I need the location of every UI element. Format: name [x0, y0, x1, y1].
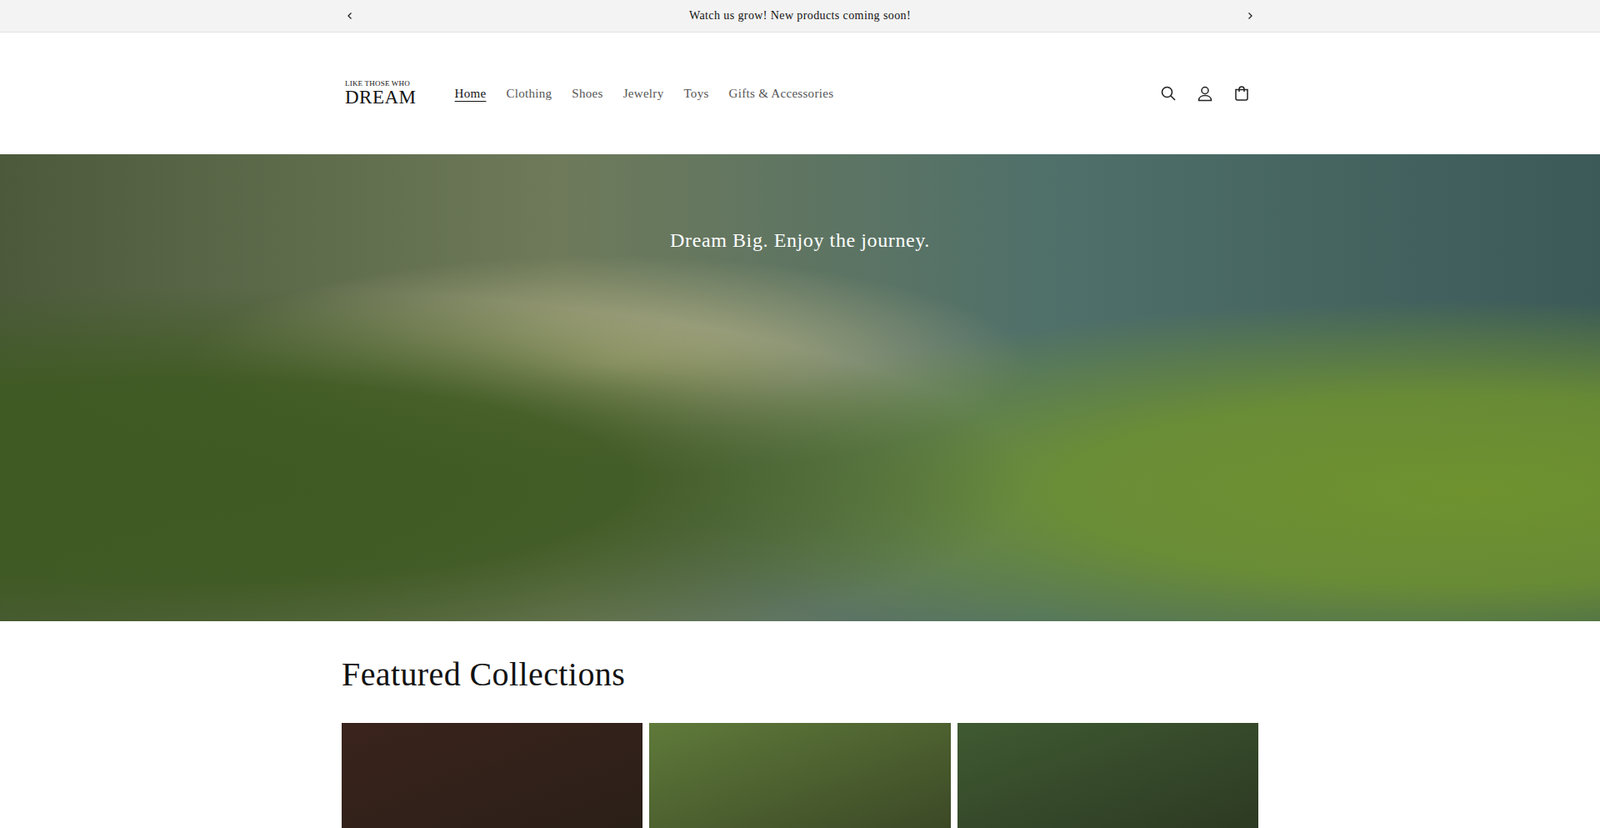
nav-item[interactable]: Jewelry	[613, 81, 675, 106]
logo[interactable]: LIKE THOSE WHODREAM	[341, 79, 420, 109]
nav-item[interactable]: Home	[445, 81, 497, 106]
logo-tagline: LIKE THOSE WHO	[345, 79, 410, 89]
previous-announcement-button[interactable]	[341, 7, 359, 25]
collection-card[interactable]	[957, 722, 1259, 828]
cart-icon	[1233, 85, 1250, 102]
announcement-text: Watch us grow! New products coming soon!	[689, 9, 911, 23]
logo-title: DREAM	[345, 87, 417, 108]
account-button[interactable]	[1188, 75, 1222, 112]
hero-heading: Dream Big. Enjoy the journey.	[670, 229, 930, 252]
collection-grid	[341, 722, 1259, 828]
chevron-left-icon	[345, 11, 355, 20]
nav-item[interactable]: Shoes	[561, 81, 613, 106]
search-icon	[1160, 85, 1177, 102]
nav-item[interactable]: Clothing	[495, 81, 562, 106]
collection-card[interactable]	[649, 722, 950, 828]
chevron-right-icon	[1245, 11, 1255, 20]
section-title: Featured Collections	[341, 654, 1259, 695]
nav-item[interactable]: Gifts & Accessories	[719, 81, 845, 106]
announcement-bar: Watch us grow! New products coming soon!	[0, 0, 1600, 33]
header-icons	[1151, 75, 1259, 112]
main-nav: HomeClothingShoesJewelryToysGifts & Acce…	[445, 81, 1152, 106]
collection-card[interactable]	[341, 722, 643, 828]
page: Watch us grow! New products coming soon!…	[0, 0, 1600, 828]
next-announcement-button[interactable]	[1241, 7, 1259, 25]
account-icon	[1196, 85, 1214, 102]
nav-item[interactable]: Toys	[673, 81, 719, 106]
cart-button[interactable]	[1225, 75, 1259, 112]
featured-collections: Featured Collections	[0, 620, 1600, 828]
site-header: LIKE THOSE WHODREAM HomeClothingShoesJewe…	[0, 32, 1600, 155]
hero-banner: Dream Big. Enjoy the journey.	[0, 154, 1600, 621]
search-button[interactable]	[1151, 75, 1185, 112]
